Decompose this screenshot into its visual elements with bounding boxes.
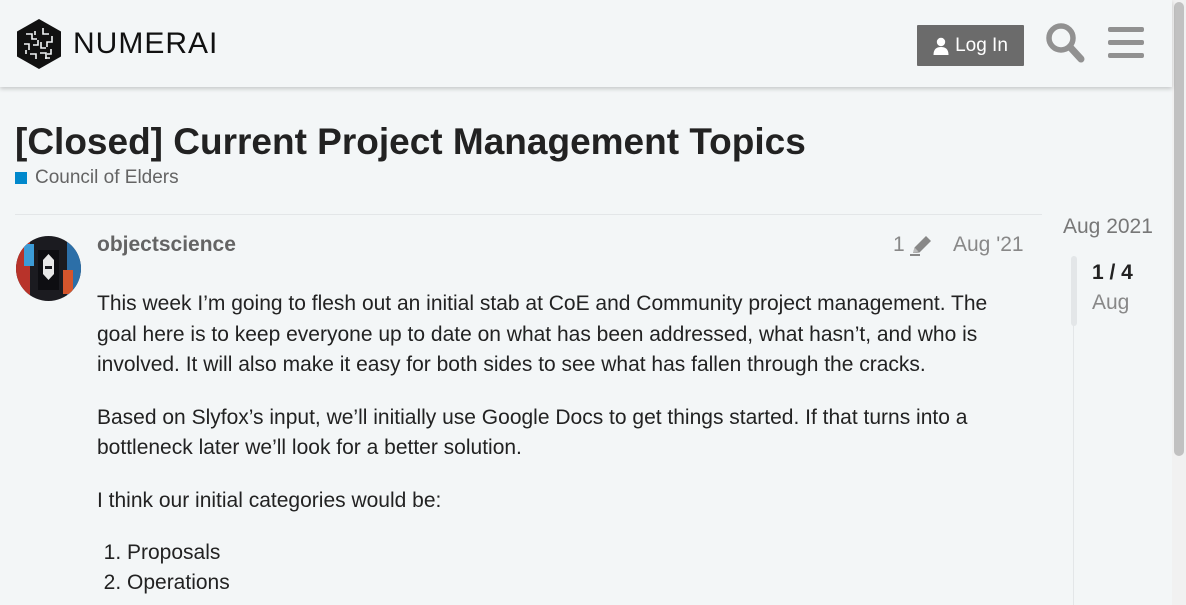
timeline-scroller-handle[interactable] [1071,256,1077,326]
timeline-month: Aug [1092,291,1130,314]
post-body: This week I’m going to flesh out an init… [97,289,1032,598]
post-username[interactable]: objectscience [97,233,236,257]
title-divider [15,214,1042,215]
post-edit-history[interactable]: 1 [893,233,934,257]
hamburger-menu-icon[interactable] [1107,22,1147,64]
post-paragraph: I think our initial categories would be: [97,488,442,512]
timeline-start-date[interactable]: Aug 2021 [1063,215,1153,239]
edit-count: 1 [893,233,905,256]
post-paragraph: This week I’m going to flesh out an init… [97,292,988,376]
post-paragraph: Based on Slyfox’s input, we’ll initially… [97,405,968,460]
login-label: Log In [955,34,1008,56]
login-button[interactable]: Log In [917,25,1024,66]
scrollbar-thumb[interactable] [1174,2,1184,456]
numerai-logo-icon [17,19,61,69]
pencil-icon [909,236,931,256]
site-logo[interactable]: NUMERAI [16,18,218,70]
timeline-position: 1 / 4 [1092,261,1133,284]
post-date[interactable]: Aug '21 [953,233,1024,257]
topic-title[interactable]: [Closed] Current Project Management Topi… [15,120,806,164]
category-badge[interactable]: Council of Elders [15,167,179,189]
list-item: Proposals [127,538,1032,568]
category-label: Council of Elders [35,167,179,188]
search-icon[interactable] [1045,22,1085,64]
category-color-square [15,172,27,184]
logo-text: NUMERAI [73,27,219,60]
list-item: Operations [127,568,1032,598]
site-header: NUMERAI Log In [0,0,1172,87]
category-list: Proposals Operations [97,538,1032,598]
avatar-image [16,236,81,301]
user-avatar[interactable] [16,236,81,301]
user-icon [933,37,949,55]
page-scrollbar[interactable] [1172,0,1186,605]
